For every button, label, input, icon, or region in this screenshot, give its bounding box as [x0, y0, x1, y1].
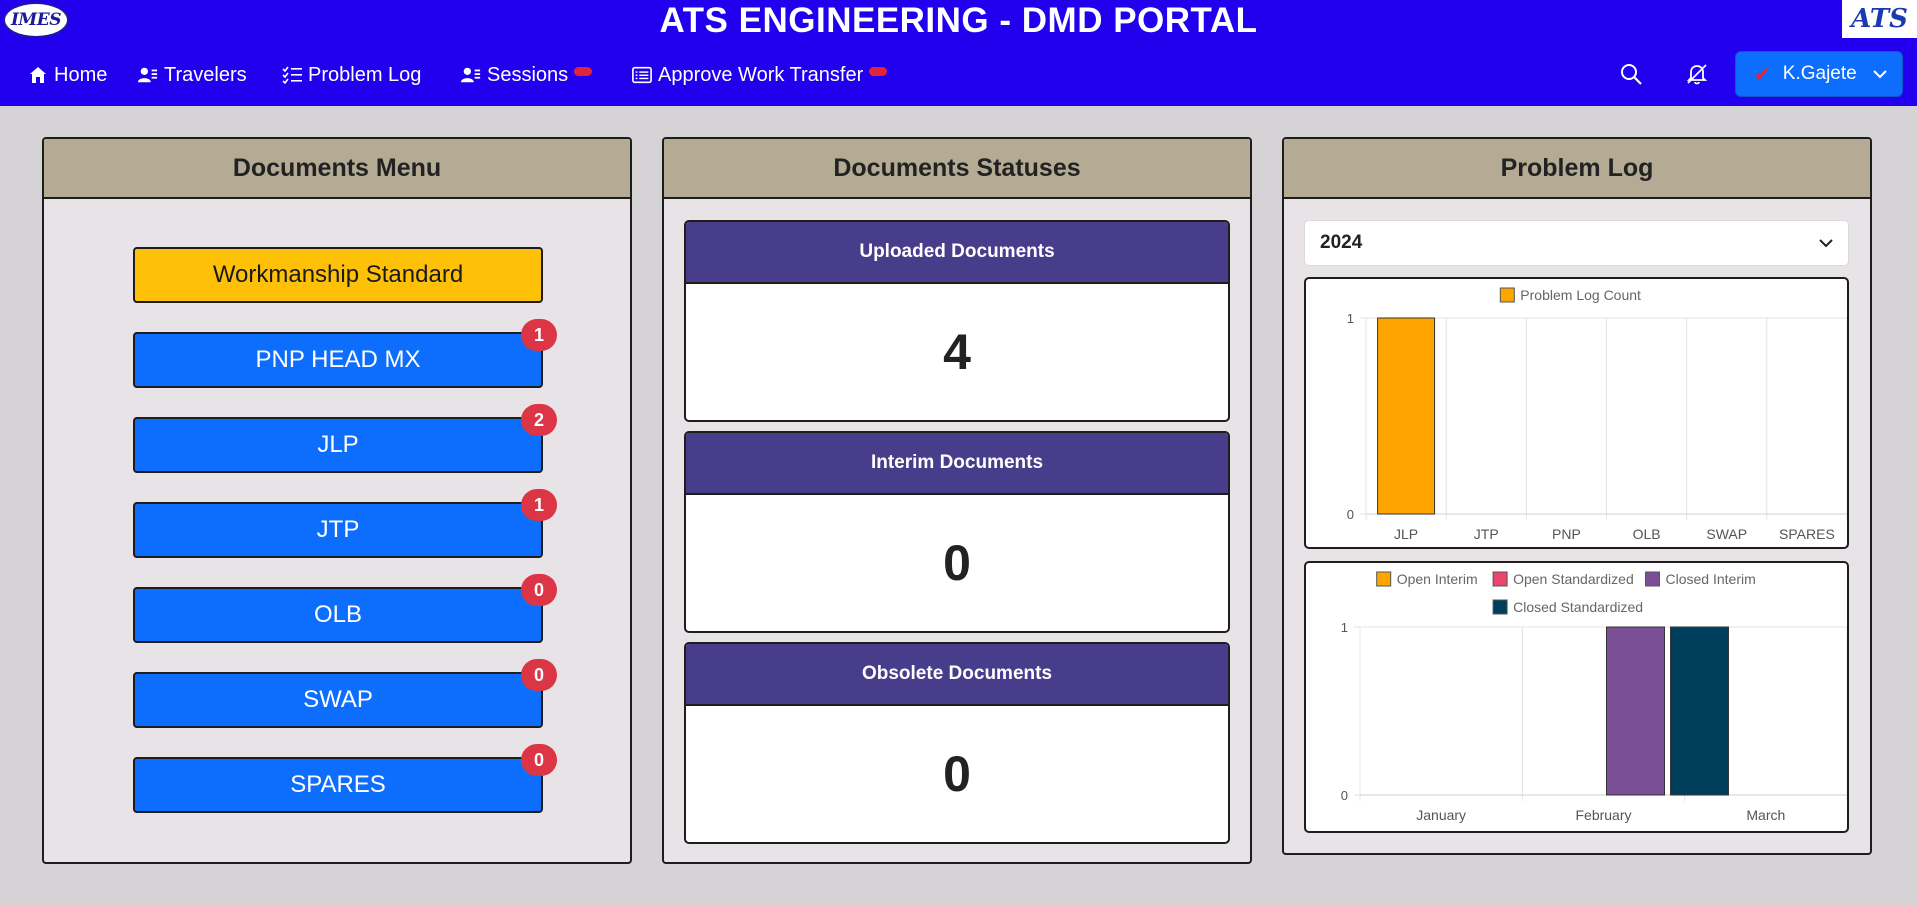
nav-sessions-label: Sessions — [487, 63, 569, 86]
x-tick-label-february: February — [1575, 807, 1631, 823]
year-select[interactable]: 2024 — [1304, 220, 1849, 266]
jlp-button[interactable]: JLP 2 — [133, 404, 557, 473]
chevron-down-icon — [1818, 235, 1834, 257]
legend-label-open-standardized: Open Standardized — [1513, 571, 1634, 587]
interim-documents-count: 0 — [943, 535, 971, 591]
user-name: K.Gajete — [1782, 63, 1857, 84]
x-tick-label-jlp: JLP — [1394, 526, 1418, 542]
top-navbar: IMES ATS ENGINEERING - DMD PORTAL ATS Ho… — [0, 0, 1917, 106]
nav-home[interactable]: Home — [28, 58, 107, 92]
bar-closed-standardized-february — [1670, 626, 1729, 796]
obsolete-documents-label: Obsolete Documents — [686, 644, 1228, 706]
problem-log-title: Problem Log — [1284, 139, 1870, 199]
count-badge: 0 — [521, 574, 557, 606]
x-tick-label-olb: OLB — [1633, 526, 1661, 542]
nav-approve-work-transfer[interactable]: Approve Work Transfer — [632, 58, 888, 92]
swap-label: SWAP — [303, 686, 373, 713]
count-badge: 1 — [521, 319, 557, 351]
jtp-button[interactable]: JTP 1 — [133, 489, 557, 558]
interim-documents-label: Interim Documents — [686, 433, 1228, 495]
olb-label: OLB — [313, 601, 363, 628]
user-menu-button[interactable]: ✔ K.Gajete — [1735, 51, 1903, 97]
x-tick-label-january: January — [1416, 807, 1466, 823]
legend-label-closed-standardized: Closed Standardized — [1513, 599, 1643, 615]
x-tick-label-march: March — [1746, 807, 1785, 823]
x-tick-label-swap: SWAP — [1706, 526, 1747, 542]
documents-menu-title: Documents Menu — [44, 139, 630, 199]
nav-travelers-label: Travelers — [164, 63, 247, 86]
user-list-icon — [461, 65, 481, 85]
bar-problem-log-count-jlp — [1377, 317, 1436, 515]
legend-swatch-open-interim — [1376, 571, 1392, 587]
legend-swatch-open-standardized — [1492, 571, 1508, 587]
nav-home-label: Home — [54, 63, 108, 86]
x-tick-label-spares: SPARES — [1779, 526, 1835, 542]
monthly-status-svg: Open Interim Open Standardized Closed Inte… — [1341, 571, 1847, 823]
problem-log-count-svg: Problem Log Count 0 1 JLP JTP PNP OLB SWAP SPARE… — [1347, 287, 1847, 542]
obsolete-documents-count: 0 — [943, 746, 971, 802]
chevron-down-icon — [1872, 66, 1888, 88]
count-badge: 0 — [521, 659, 557, 691]
jtp-label: JTP — [316, 516, 360, 543]
count-badge: 0 — [521, 744, 557, 776]
ats-logo-text: ATS — [1851, 4, 1908, 34]
nav-problem-log[interactable]: Problem Log — [282, 58, 421, 92]
legend-swatch-problem-log-count — [1499, 287, 1515, 303]
legend-label-problem-log-count: Problem Log Count — [1520, 287, 1641, 303]
legend-label-open-interim: Open Interim — [1397, 571, 1478, 587]
uploaded-documents-panel[interactable]: Uploaded Documents 4 — [684, 220, 1230, 422]
y-tick-label: 1 — [1341, 620, 1348, 635]
count-badge: 1 — [521, 489, 557, 521]
sessions-notify-dot — [574, 66, 593, 76]
nav-sessions[interactable]: Sessions — [461, 58, 593, 92]
nav-travelers[interactable]: Travelers — [138, 58, 247, 92]
obsolete-documents-panel[interactable]: Obsolete Documents 0 — [684, 642, 1230, 844]
year-select-value: 2024 — [1320, 232, 1363, 253]
problem-log-count-chart: Problem Log Count 0 1 JLP JTP PNP OLB SWAP SPARE… — [1304, 277, 1849, 549]
uploaded-documents-label: Uploaded Documents — [686, 222, 1228, 284]
checklist-icon — [282, 65, 302, 85]
y-tick-label: 0 — [1347, 507, 1354, 522]
pnp-head-mx-label: PNP HEAD MX — [255, 346, 421, 373]
spares-button[interactable]: SPARES 0 — [133, 744, 557, 813]
workmanship-standard-button[interactable]: Workmanship Standard — [133, 247, 543, 303]
workmanship-standard-label: Workmanship Standard — [212, 261, 464, 288]
check-icon: ✔ — [1754, 63, 1771, 86]
spares-label: SPARES — [290, 771, 386, 798]
count-badge: 2 — [521, 404, 557, 436]
legend-label-closed-interim: Closed Interim — [1666, 571, 1756, 587]
nav-approve-work-transfer-label: Approve Work Transfer — [658, 63, 864, 86]
user-list-icon — [138, 65, 158, 85]
uploaded-documents-count: 4 — [943, 324, 971, 380]
x-tick-label-jtp: JTP — [1474, 526, 1499, 542]
work-transfer-notify-dot — [869, 66, 888, 76]
bell-slash-icon[interactable] — [1685, 62, 1709, 86]
portal-title: ATS ENGINEERING - DMD PORTAL — [659, 1, 1258, 40]
olb-button[interactable]: OLB 0 — [133, 574, 557, 643]
interim-documents-panel[interactable]: Interim Documents 0 — [684, 431, 1230, 633]
y-tick-label: 1 — [1347, 311, 1354, 326]
ats-logo: ATS — [1842, 0, 1917, 38]
home-icon — [28, 65, 48, 85]
pnp-head-mx-button[interactable]: PNP HEAD MX 1 — [133, 319, 557, 388]
bar-closed-interim-february — [1606, 626, 1665, 796]
x-tick-label-pnp: PNP — [1552, 526, 1581, 542]
monthly-status-chart: Open Interim Open Standardized Closed Inte… — [1304, 561, 1849, 833]
nav-problem-log-label: Problem Log — [308, 63, 422, 86]
documents-menu-card: Documents Menu Workmanship Standard PNP … — [42, 137, 632, 864]
search-icon[interactable] — [1619, 62, 1643, 86]
document-list-icon — [632, 65, 652, 85]
y-tick-label: 0 — [1341, 788, 1348, 803]
swap-button[interactable]: SWAP 0 — [133, 659, 557, 728]
documents-statuses-card: Documents Statuses Uploaded Documents 4 … — [662, 137, 1252, 864]
problem-log-card: Problem Log 2024 Problem Log Count 0 1 JLP J… — [1282, 137, 1872, 855]
documents-statuses-title: Documents Statuses — [664, 139, 1250, 199]
legend-swatch-closed-standardized — [1492, 599, 1508, 615]
legend-swatch-closed-interim — [1645, 571, 1660, 587]
jlp-label: JLP — [317, 431, 359, 458]
